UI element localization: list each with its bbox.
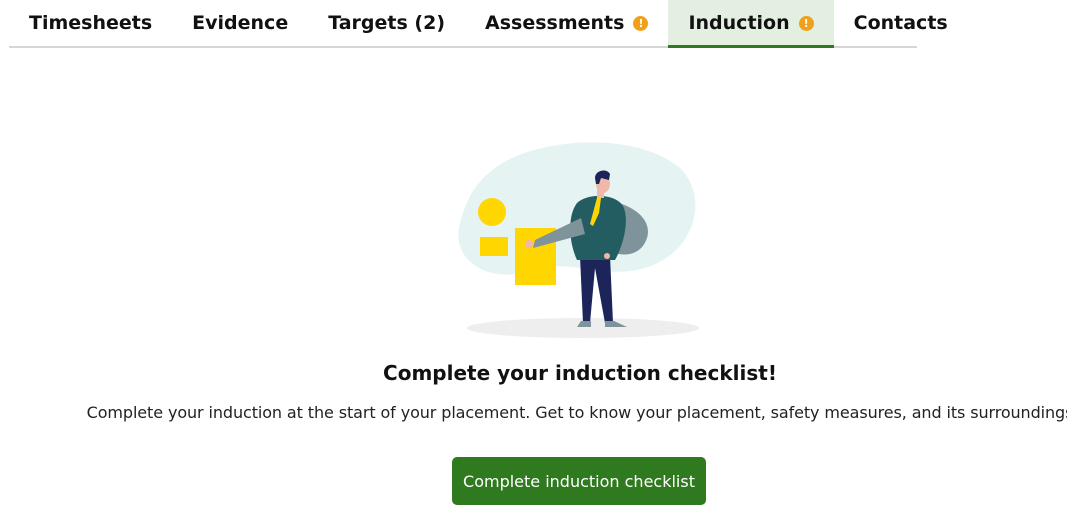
page-description: Complete your induction at the start of … (86, 403, 1067, 422)
tab-targets[interactable]: Targets (2) (308, 0, 465, 46)
warning-icon: ! (633, 16, 649, 31)
complete-induction-checklist-button[interactable]: Complete induction checklist (452, 457, 706, 505)
warning-icon: ! (798, 15, 814, 31)
tab-timesheets[interactable]: Timesheets (9, 0, 172, 46)
tab-label: Timesheets (29, 12, 153, 34)
tab-bar: Timesheets Evidence Targets (2) Assessme… (9, 0, 948, 48)
page-heading: Complete your induction checklist! (383, 361, 777, 385)
tab-label: Assessments (485, 12, 625, 34)
tab-label: Contacts (853, 12, 948, 34)
tab-evidence[interactable]: Evidence (172, 0, 308, 46)
tab-contacts[interactable]: Contacts (834, 0, 968, 46)
tab-label: Induction (688, 11, 790, 34)
tab-assessments[interactable]: Assessments ! (465, 0, 668, 46)
tab-induction[interactable]: Induction ! (668, 0, 834, 48)
tab-label: Evidence (192, 12, 289, 34)
tab-label: Targets (2) (328, 12, 446, 34)
person-presenting-illustration (455, 138, 705, 343)
